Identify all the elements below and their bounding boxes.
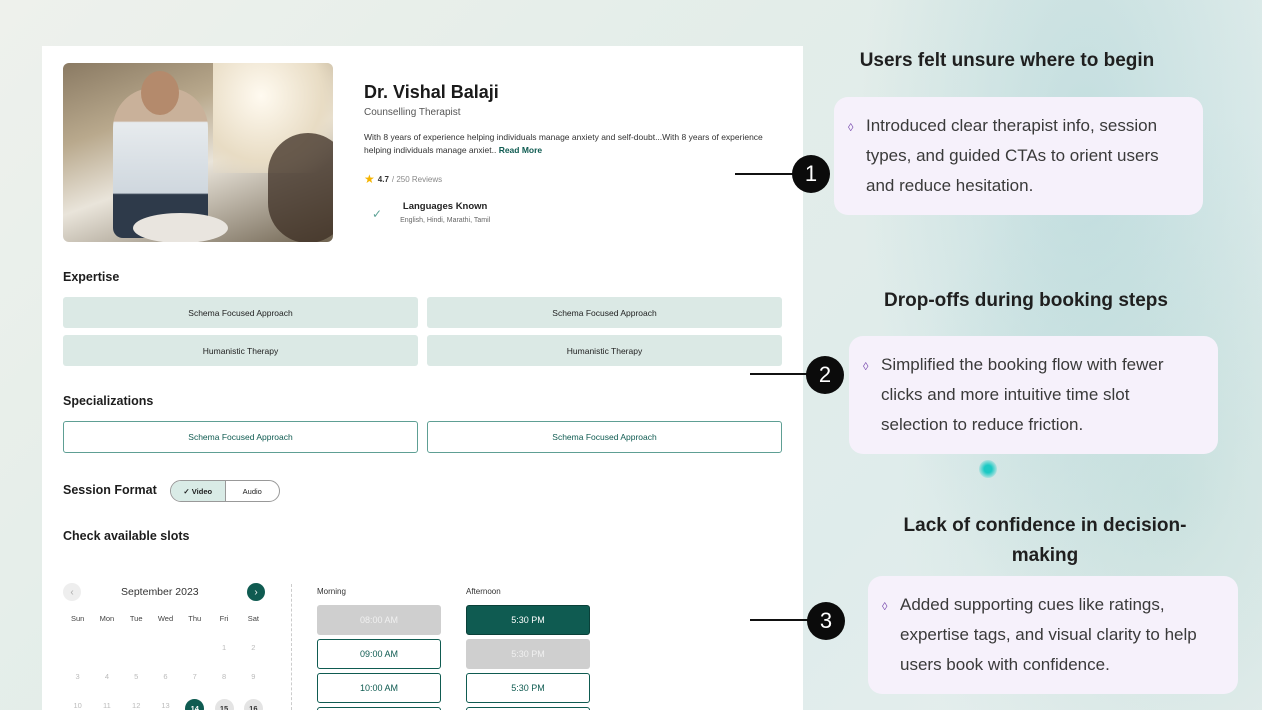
- available-day[interactable]: 16: [243, 699, 263, 710]
- callout-number: 3: [807, 602, 845, 640]
- bio-text: With 8 years of experience helping indiv…: [364, 132, 763, 155]
- calendar-day: 4: [104, 672, 109, 681]
- time-slot[interactable]: 5:30 PM: [466, 673, 590, 703]
- calendar-week: 1 2: [63, 641, 268, 670]
- therapist-name: Dr. Vishal Balaji: [364, 82, 499, 102]
- calendar-month: September 2023: [121, 586, 199, 598]
- prev-month-button[interactable]: ‹: [63, 583, 81, 601]
- languages-title: Languages Known: [402, 201, 488, 212]
- time-slot-disabled: 08:00 AM: [317, 605, 441, 635]
- diamond-bullet-icon: ◊: [848, 122, 854, 134]
- annotation-text: Simplified the booking flow with fewer c…: [881, 355, 1164, 434]
- rating-value: 4.7: [377, 174, 389, 184]
- diamond-bullet-icon: ◊: [863, 361, 869, 373]
- specializations-title: Specializations: [63, 394, 154, 408]
- callout-line: [735, 173, 795, 175]
- calendar-day: 6: [163, 672, 168, 681]
- expertise-title: Expertise: [63, 270, 120, 284]
- calendar-day: [180, 641, 209, 670]
- calendar-day-available[interactable]: 16: [239, 699, 268, 710]
- available-day[interactable]: 15: [214, 699, 234, 710]
- calendar-day: 5: [134, 672, 139, 681]
- video-label: Video: [191, 486, 213, 496]
- session-format-title: Session Format: [63, 483, 157, 497]
- calendar-grid: Sun Mon Tue Wed Thu Fri Sat 1 2 3 4 5 6 …: [63, 612, 268, 710]
- chevron-left-icon: ‹: [70, 586, 74, 598]
- slots-divider: [291, 584, 292, 710]
- calendar-day: 10: [73, 701, 82, 710]
- next-month-button[interactable]: ›: [247, 583, 265, 601]
- session-format-toggle: ✓ Video Audio: [170, 480, 280, 502]
- calendar-day: 7: [192, 672, 197, 681]
- callout-number: 2: [806, 356, 844, 394]
- specialization-chip[interactable]: Schema Focused Approach: [63, 421, 418, 453]
- weekday: Thu: [188, 614, 202, 623]
- calendar-day: 3: [75, 672, 80, 681]
- chevron-right-icon: ›: [254, 586, 258, 598]
- expertise-chip[interactable]: Humanistic Therapy: [63, 335, 418, 366]
- calendar-day: 12: [132, 701, 141, 710]
- read-more-link[interactable]: Read More: [499, 145, 542, 155]
- expertise-chip[interactable]: Schema Focused Approach: [63, 297, 418, 328]
- calendar-week: 10 11 12 13 14 15 16: [63, 699, 268, 710]
- time-slot[interactable]: 09:00 AM: [317, 639, 441, 669]
- annotation-text: Added supporting cues like ratings, expe…: [900, 595, 1197, 674]
- check-icon: ✓: [183, 486, 192, 496]
- expertise-chip[interactable]: Humanistic Therapy: [427, 335, 782, 366]
- weekday: Fri: [219, 614, 229, 623]
- review-count: / 250 Reviews: [391, 174, 443, 184]
- decorative-dot: [979, 460, 997, 478]
- weekday: Sun: [70, 614, 85, 623]
- callout-line: [750, 373, 810, 375]
- weekday: Mon: [99, 614, 115, 623]
- calendar-day: 2: [251, 643, 256, 652]
- audio-option[interactable]: Audio: [226, 481, 280, 501]
- therapist-role: Counselling Therapist: [364, 107, 461, 118]
- specialization-chip[interactable]: Schema Focused Approach: [427, 421, 782, 453]
- time-slot-disabled: 5:30 PM: [466, 639, 590, 669]
- languages-known: ✓ Languages Known English, Hindi, Marath…: [372, 201, 490, 224]
- calendar-week: 3 4 5 6 7 8 9: [63, 670, 268, 699]
- annotation-card: ◊ Added supporting cues like ratings, ex…: [868, 576, 1238, 694]
- expertise-chip[interactable]: Schema Focused Approach: [427, 297, 782, 328]
- annotation-card: ◊ Simplified the booking flow with fewer…: [849, 336, 1218, 454]
- calendar-day: 9: [251, 672, 256, 681]
- callout-number: 1: [792, 155, 830, 193]
- star-icon: ★: [364, 172, 375, 186]
- calendar-day-available[interactable]: 15: [209, 699, 238, 710]
- calendar-day: 13: [161, 701, 170, 710]
- weekday: Sat: [247, 614, 259, 623]
- diamond-bullet-icon: ◊: [882, 601, 888, 613]
- selected-day[interactable]: 14: [185, 699, 205, 710]
- calendar-day: [92, 641, 121, 670]
- slots-title: Check available slots: [63, 529, 190, 543]
- check-icon: ✓: [372, 207, 383, 221]
- calendar-day: 8: [221, 672, 227, 681]
- annotation-card: ◊ Introduced clear therapist info, sessi…: [834, 97, 1203, 215]
- calendar-day: [122, 641, 151, 670]
- annotation-text: Introduced clear therapist info, session…: [866, 116, 1159, 195]
- time-slot[interactable]: 10:00 AM: [317, 673, 441, 703]
- afternoon-title: Afternoon: [466, 587, 501, 596]
- annotation-heading: Drop-offs during booking steps: [884, 290, 1168, 311]
- calendar-day-selected[interactable]: 14: [180, 699, 209, 710]
- annotation-heading: Users felt unsure where to begin: [859, 50, 1155, 71]
- weekday: Tue: [129, 614, 143, 623]
- languages-list: English, Hindi, Marathi, Tamil: [400, 217, 491, 224]
- therapist-bio: With 8 years of experience helping indiv…: [364, 131, 774, 157]
- calendar-day: 1: [221, 643, 227, 652]
- therapist-profile-panel: Dr. Vishal Balaji Counselling Therapist …: [42, 46, 803, 710]
- annotation-heading: Lack of confidence in decision-making: [903, 515, 1187, 566]
- morning-title: Morning: [317, 587, 346, 596]
- time-slot-selected[interactable]: 5:30 PM: [466, 605, 590, 635]
- video-option[interactable]: ✓ Video: [171, 481, 226, 501]
- calendar-day: [151, 641, 180, 670]
- calendar-day: [63, 641, 92, 670]
- therapist-photo: [63, 63, 333, 242]
- callout-line: [750, 619, 810, 621]
- calendar-day: 11: [103, 701, 111, 710]
- rating: ★ 4.7 / 250 Reviews: [364, 172, 442, 186]
- weekday: Wed: [157, 614, 174, 623]
- weekday-row: Sun Mon Tue Wed Thu Fri Sat: [63, 612, 268, 641]
